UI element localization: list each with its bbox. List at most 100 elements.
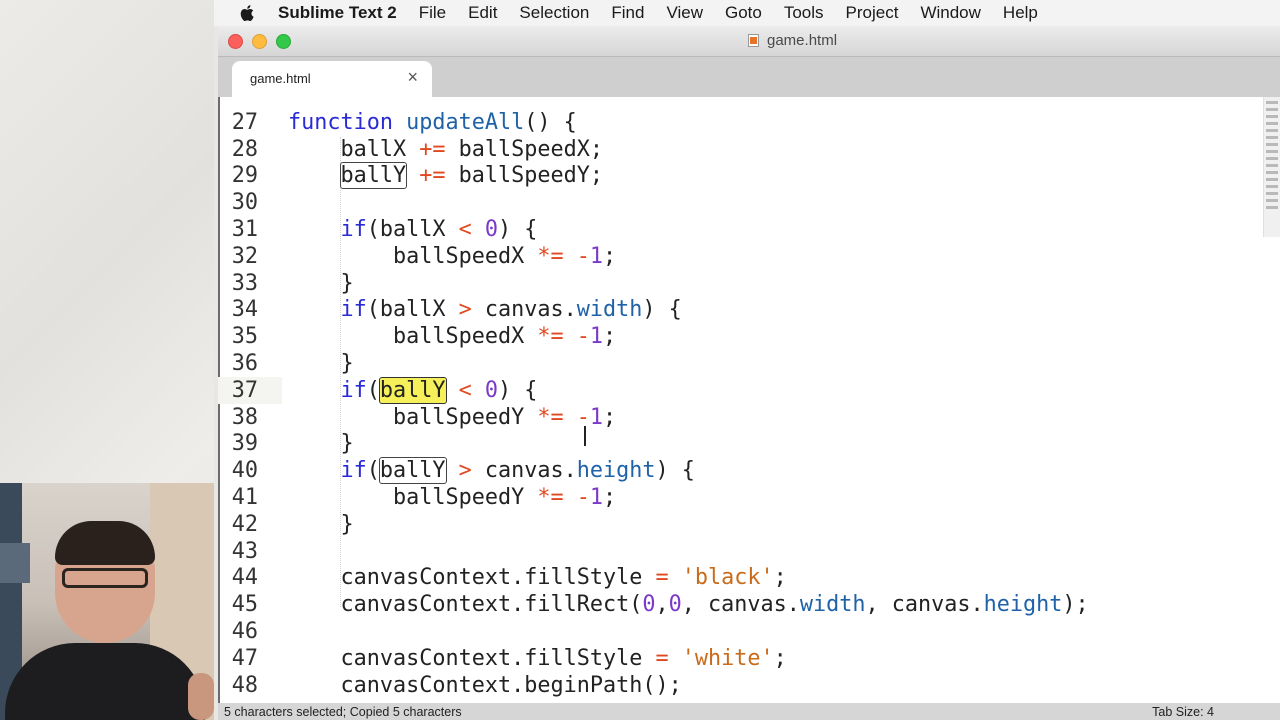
line-number: 39 xyxy=(231,431,258,457)
menu-goto[interactable]: Goto xyxy=(725,3,762,23)
token-method: fillRect xyxy=(524,592,630,618)
line-number: 46 xyxy=(231,619,258,645)
token-var: canvasContext xyxy=(340,645,512,671)
zoom-window-button[interactable] xyxy=(276,34,291,49)
apple-icon[interactable] xyxy=(238,3,258,23)
code-text: } xyxy=(288,270,354,296)
token-keyword: if xyxy=(340,297,367,323)
token-var: ballX xyxy=(379,297,446,323)
token-property: width xyxy=(576,297,643,323)
line-number: 27 xyxy=(231,109,258,135)
line-number: 41 xyxy=(231,485,258,511)
code-line[interactable]: 30 xyxy=(218,189,1258,216)
text-cursor xyxy=(584,426,586,446)
line-number: 40 xyxy=(231,458,258,484)
menu-app-name[interactable]: Sublime Text 2 xyxy=(278,3,397,23)
token-var: ballX xyxy=(379,217,446,243)
code-line[interactable]: 46 xyxy=(218,618,1258,645)
code-line[interactable]: 42 } xyxy=(218,511,1258,538)
token-var: ballSpeedY xyxy=(458,163,590,189)
document-icon xyxy=(748,34,759,47)
presenter-hair xyxy=(55,521,155,565)
token-property: fillStyle xyxy=(524,645,643,671)
token-var: canvasContext xyxy=(340,592,512,618)
code-line[interactable]: 31 if(ballX < 0) { xyxy=(218,216,1258,243)
menu-bar: Sublime Text 2 File Edit Selection Find … xyxy=(214,0,1280,26)
code-text: ballSpeedY *= -1; xyxy=(392,485,617,511)
status-bar: 5 characters selected; Copied 5 characte… xyxy=(218,703,1280,720)
code-line-current[interactable]: 37 if(ballY < 0) { xyxy=(218,376,1258,404)
token-var: ballSpeedX xyxy=(392,324,525,350)
code-text: if(ballY < 0) { xyxy=(340,376,538,404)
token-var: ballSpeedX xyxy=(458,136,590,162)
menu-help[interactable]: Help xyxy=(1003,3,1038,23)
token-keyword: if xyxy=(340,217,367,243)
line-number: 36 xyxy=(231,351,258,377)
menu-project[interactable]: Project xyxy=(846,3,899,23)
token-var: canvasContext xyxy=(340,565,512,591)
code-line[interactable]: 47 canvasContext.fillStyle = 'white'; xyxy=(218,645,1258,672)
menu-edit[interactable]: Edit xyxy=(468,3,497,23)
token-property: height xyxy=(576,458,656,484)
code-line[interactable]: 48 canvasContext.beginPath(); xyxy=(218,672,1258,699)
close-window-button[interactable] xyxy=(228,34,243,49)
line-number: 38 xyxy=(231,404,258,430)
presenter-hand xyxy=(188,673,214,720)
code-text: ballX += ballSpeedX; xyxy=(340,136,603,162)
tab-game-html[interactable]: game.html × xyxy=(232,61,432,97)
token-var: canvas xyxy=(891,592,971,618)
token-var: ballSpeedX xyxy=(392,243,525,269)
menu-view[interactable]: View xyxy=(666,3,703,23)
token-var: ballSpeedY xyxy=(392,485,525,511)
token-function-name: updateAll xyxy=(406,109,525,135)
code-line[interactable]: 32 ballSpeedX *= -1; xyxy=(218,243,1258,270)
code-line[interactable]: 43 xyxy=(218,538,1258,565)
line-number: 31 xyxy=(231,217,258,243)
tab-close-icon[interactable]: × xyxy=(407,67,418,88)
token-var: canvasContext xyxy=(340,672,512,698)
line-number: 28 xyxy=(231,136,258,162)
code-line[interactable]: 34 if(ballX > canvas.width) { xyxy=(218,297,1258,324)
token-var: ballX xyxy=(340,136,407,162)
code-text: } xyxy=(288,351,354,377)
line-number: 34 xyxy=(231,297,258,323)
token-var: canvas xyxy=(707,592,787,618)
code-text: } xyxy=(288,511,354,537)
code-line[interactable]: 27 function updateAll() { xyxy=(218,109,1258,136)
webcam-shelf-item xyxy=(0,543,30,583)
code-line[interactable]: 29 ballY += ballSpeedY; xyxy=(218,162,1258,190)
code-editor[interactable]: 27 function updateAll() { 28 ballX += ba… xyxy=(218,97,1280,703)
line-number: 33 xyxy=(231,270,258,296)
code-text: canvasContext.fillStyle = 'black'; xyxy=(340,565,787,591)
minimize-window-button[interactable] xyxy=(252,34,267,49)
code-line[interactable]: 40 if(ballY > canvas.height) { xyxy=(218,457,1258,485)
code-line[interactable]: 45 canvasContext.fillRect(0,0, canvas.wi… xyxy=(218,591,1258,618)
selection-match: ballY xyxy=(378,457,447,485)
menu-find[interactable]: Find xyxy=(611,3,644,23)
code-text: ballSpeedX *= -1; xyxy=(392,324,617,350)
minimap[interactable] xyxy=(1263,97,1280,237)
window-titlebar: game.html xyxy=(218,26,1280,57)
menu-selection[interactable]: Selection xyxy=(519,3,589,23)
code-text: canvasContext.beginPath(); xyxy=(340,672,682,698)
code-line[interactable]: 35 ballSpeedX *= -1; xyxy=(218,323,1258,350)
menu-tools[interactable]: Tools xyxy=(784,3,824,23)
code-line[interactable]: 39 } xyxy=(218,431,1258,458)
token-string: 'white' xyxy=(681,645,774,671)
line-number: 29 xyxy=(231,163,258,189)
code-line[interactable]: 38 ballSpeedY *= -1; xyxy=(218,404,1258,431)
code-line[interactable]: 36 } xyxy=(218,350,1258,377)
tab-label: game.html xyxy=(250,71,311,86)
token-var: ballSpeedY xyxy=(392,404,525,430)
code-line[interactable]: 28 ballX += ballSpeedX; xyxy=(218,136,1258,163)
line-number: 35 xyxy=(231,324,258,350)
line-number: 37 xyxy=(231,377,258,403)
line-number: 48 xyxy=(231,672,258,698)
menu-window[interactable]: Window xyxy=(920,3,980,23)
code-line[interactable]: 44 canvasContext.fillStyle = 'black'; xyxy=(218,565,1258,592)
code-line[interactable]: 33 } xyxy=(218,270,1258,297)
code-line[interactable]: 41 ballSpeedY *= -1; xyxy=(218,484,1258,511)
menu-file[interactable]: File xyxy=(419,3,446,23)
status-tab-size[interactable]: Tab Size: 4 xyxy=(1152,705,1214,719)
code-text: if(ballY > canvas.height) { xyxy=(340,457,695,485)
